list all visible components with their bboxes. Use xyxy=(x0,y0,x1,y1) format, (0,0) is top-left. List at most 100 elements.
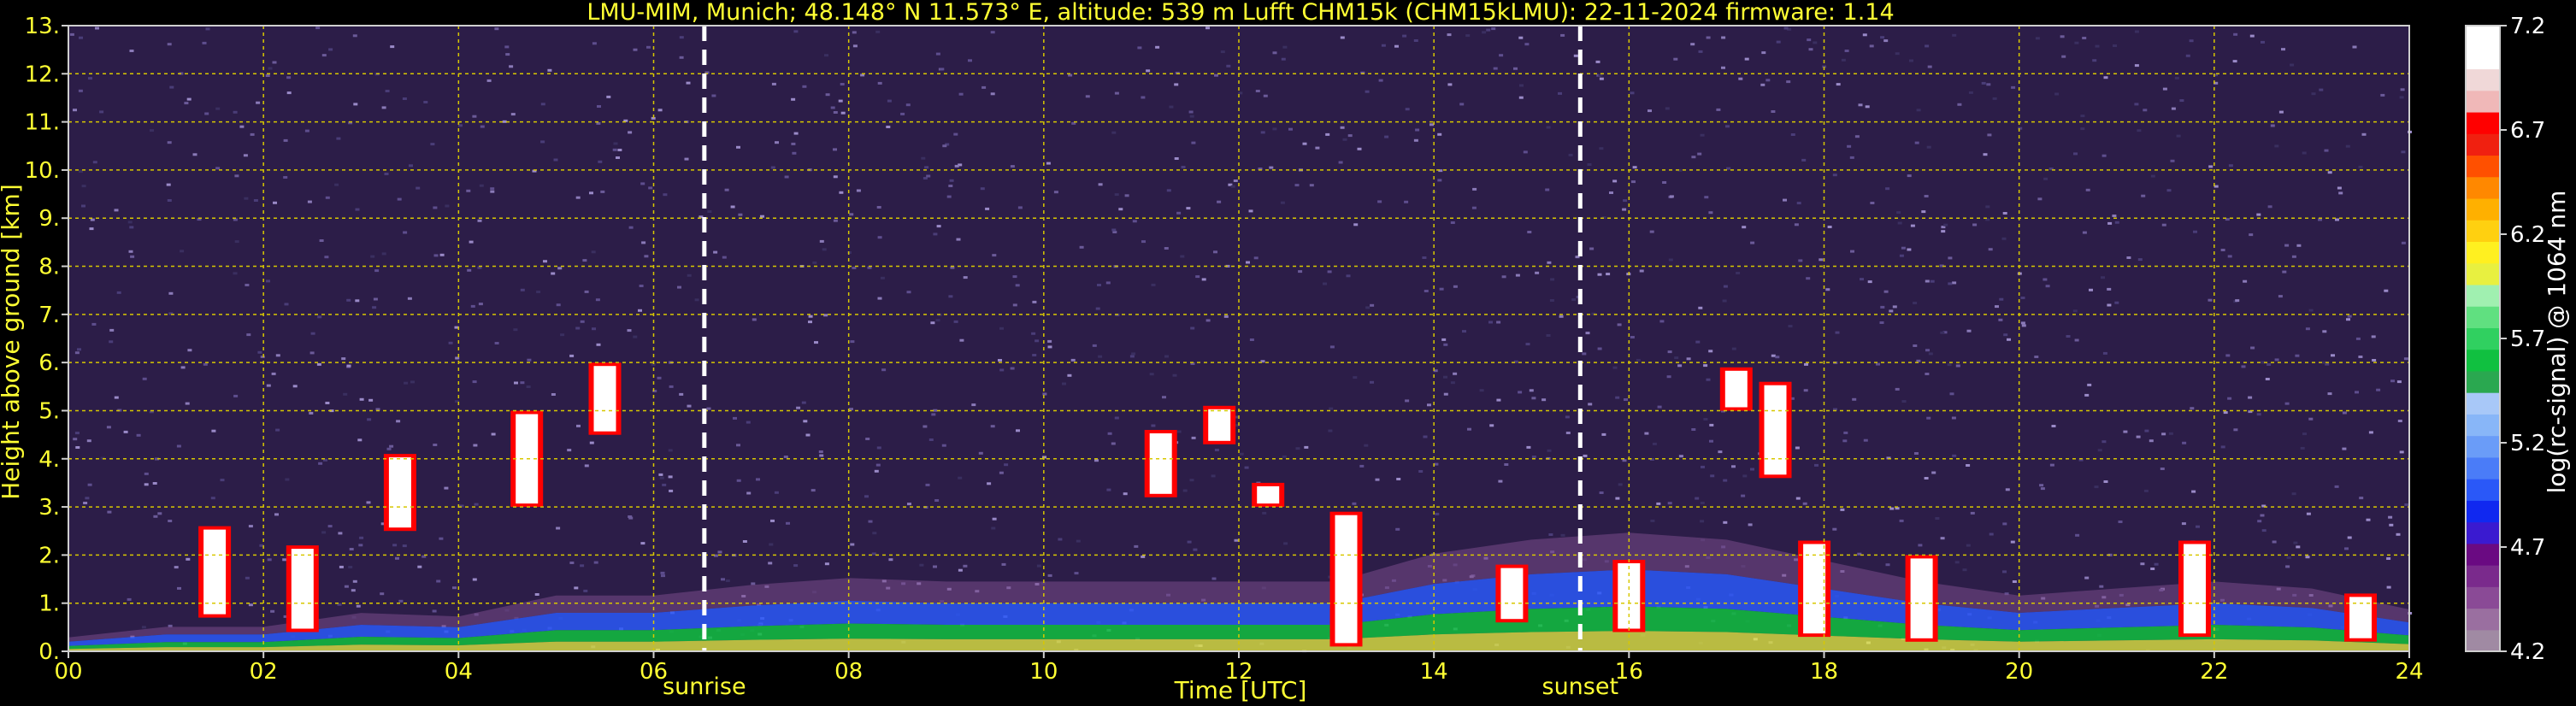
noise-speck xyxy=(2302,151,2307,155)
noise-speck xyxy=(1546,334,1551,337)
noise-speck xyxy=(2399,96,2404,99)
noise-speck xyxy=(395,556,399,560)
noise-speck xyxy=(1162,396,1166,399)
noise-speck xyxy=(423,101,428,103)
noise-speck xyxy=(1725,125,1730,128)
noise-speck xyxy=(81,204,85,208)
noise-speck xyxy=(1423,435,1428,438)
noise-speck xyxy=(775,141,779,144)
noise-speck xyxy=(663,193,668,197)
noise-speck xyxy=(2388,515,2393,519)
noise-speck xyxy=(1706,36,1711,39)
noise-speck xyxy=(2168,432,2173,435)
noise-speck xyxy=(833,219,838,222)
noise-speck xyxy=(1909,59,1913,62)
noise-speck xyxy=(1880,36,1885,39)
noise-speck xyxy=(1123,492,1128,496)
noise-speck xyxy=(128,250,133,253)
noise-speck xyxy=(877,236,882,239)
noise-speck xyxy=(1378,79,1383,82)
noise-speck xyxy=(1783,198,1787,202)
noise-speck xyxy=(152,482,157,485)
noise-speck xyxy=(180,366,186,369)
noise-speck xyxy=(1188,110,1194,114)
noise-speck xyxy=(2179,99,2184,103)
noise-speck xyxy=(547,68,552,72)
noise-speck xyxy=(1016,429,1020,432)
noise-speck xyxy=(355,208,360,211)
noise-speck xyxy=(91,322,97,326)
noise-speck xyxy=(1612,179,1618,183)
noise-speck xyxy=(2037,197,2043,201)
x-tick-label: 02 xyxy=(250,659,278,685)
noise-speck xyxy=(1220,50,1225,54)
noise-speck xyxy=(1862,33,1867,37)
noise-speck xyxy=(1995,305,1999,309)
noise-speck xyxy=(1234,538,1239,542)
noise-speck xyxy=(999,471,1004,474)
plot-background xyxy=(68,26,2409,651)
noise-speck xyxy=(2400,88,2405,91)
noise-speck xyxy=(760,215,764,218)
noise-speck xyxy=(592,42,597,45)
noise-speck xyxy=(1573,54,1578,57)
noise-speck xyxy=(2060,35,2065,38)
noise-speck xyxy=(1413,138,1418,142)
noise-speck xyxy=(491,432,496,436)
noise-speck xyxy=(2034,356,2039,358)
noise-speck xyxy=(1901,246,1906,250)
noise-speck xyxy=(2154,562,2159,566)
noise-speck xyxy=(1488,321,1493,324)
noise-speck xyxy=(444,486,449,490)
noise-speck xyxy=(919,563,924,567)
noise-speck xyxy=(2235,299,2240,303)
colorbar-segment xyxy=(2466,414,2500,437)
noise-speck xyxy=(389,444,394,448)
noise-speck xyxy=(2080,127,2085,131)
y-tick-label: 4. xyxy=(38,447,60,473)
noise-speck xyxy=(606,95,611,98)
noise-speck xyxy=(1370,303,1375,307)
x-tick-label: 10 xyxy=(1029,659,1058,685)
noise-speck xyxy=(1074,572,1079,575)
noise-speck xyxy=(1599,147,1604,150)
y-axis-label: Height above ground [km] xyxy=(0,184,25,500)
noise-speck xyxy=(1095,307,1100,310)
noise-speck xyxy=(88,77,92,80)
noise-speck xyxy=(1435,512,1440,515)
noise-speck xyxy=(998,359,1002,362)
noise-speck xyxy=(796,406,801,409)
noise-speck xyxy=(1795,446,1800,450)
noise-speck xyxy=(1597,347,1602,350)
noise-speck xyxy=(553,158,558,162)
noise-speck xyxy=(307,200,312,203)
noise-speck xyxy=(396,420,401,423)
noise-speck xyxy=(202,41,207,44)
noise-speck xyxy=(852,44,858,48)
noise-speck xyxy=(359,536,364,539)
noise-speck xyxy=(472,115,477,118)
noise-speck xyxy=(2319,88,2324,91)
y-tick-label: 9. xyxy=(38,206,60,232)
noise-speck xyxy=(509,65,514,68)
noise-speck xyxy=(266,384,271,387)
noise-speck xyxy=(1825,288,1830,291)
noise-speck xyxy=(991,527,996,530)
noise-speck xyxy=(2074,338,2079,342)
noise-speck xyxy=(968,59,972,62)
noise-speck xyxy=(1941,230,1946,233)
cloud-core xyxy=(1335,515,1358,644)
noise-speck xyxy=(849,408,853,411)
noise-speck xyxy=(2080,115,2085,118)
noise-speck xyxy=(1429,123,1434,126)
noise-speck xyxy=(144,483,149,486)
noise-speck xyxy=(752,318,757,321)
noise-speck xyxy=(1952,281,1957,285)
noise-speck xyxy=(1698,50,1703,53)
noise-speck xyxy=(1750,468,1754,471)
noise-speck xyxy=(1783,26,1789,30)
noise-speck xyxy=(1667,502,1672,505)
noise-speck xyxy=(1166,189,1171,192)
noise-speck xyxy=(234,240,239,244)
noise-speck xyxy=(1226,64,1231,68)
